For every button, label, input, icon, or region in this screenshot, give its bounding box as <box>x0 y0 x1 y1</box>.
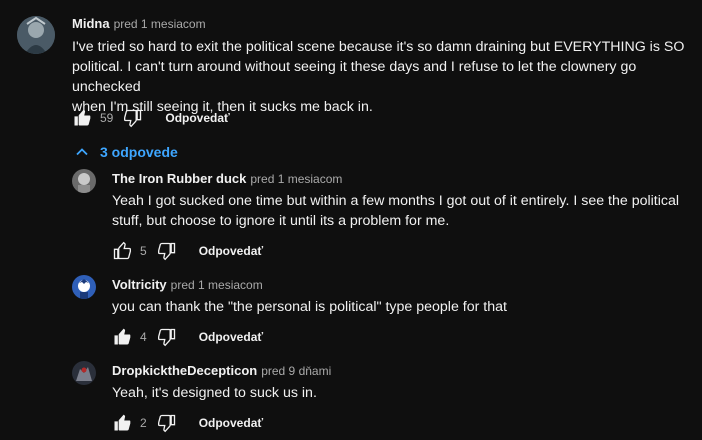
comment-header: Midna pred 1 mesiacom <box>72 16 206 31</box>
comment-text-line: Yeah, it's designed to suck us in. <box>112 385 317 401</box>
comment-text: Yeah I got sucked one time but within a … <box>112 191 697 231</box>
avatar[interactable] <box>72 275 96 299</box>
comment-text-line: I've tried so hard to exit the political… <box>72 39 685 55</box>
thumbs-down-icon <box>157 414 175 433</box>
dislike-button[interactable] <box>155 325 179 349</box>
comment-actions: 59 Odpovedať <box>70 106 230 130</box>
thumbs-down-icon <box>124 109 142 128</box>
comment-actions: 2 Odpovedať <box>110 411 263 435</box>
like-button[interactable] <box>110 239 134 263</box>
like-count: 5 <box>140 244 147 258</box>
replies-toggle-button[interactable]: 3 odpovede <box>74 142 178 162</box>
thumbs-down-icon <box>157 328 175 347</box>
comment-text-line: you can thank the "the personal is polit… <box>112 299 507 315</box>
comment-actions: 5 Odpovedať <box>110 239 263 263</box>
reply-button[interactable]: Odpovedať <box>199 244 263 258</box>
dislike-button[interactable] <box>121 106 145 130</box>
comment-text: you can thank the "the personal is polit… <box>112 297 697 317</box>
reply-button[interactable]: Odpovedať <box>199 330 263 344</box>
like-button[interactable] <box>70 106 94 130</box>
avatar[interactable] <box>17 16 55 54</box>
reply-button[interactable]: Odpovedať <box>165 111 229 125</box>
like-count: 2 <box>140 416 147 430</box>
like-count: 4 <box>140 330 147 344</box>
timestamp[interactable]: pred 1 mesiacom <box>114 17 206 31</box>
timestamp[interactable]: pred 1 mesiacom <box>171 278 263 292</box>
avatar[interactable] <box>72 169 96 193</box>
thumbs-down-icon <box>157 242 175 261</box>
author-name[interactable]: Midna <box>72 16 110 31</box>
author-name[interactable]: DropkicktheDecepticon <box>112 363 257 378</box>
avatar[interactable] <box>72 361 96 385</box>
comment-text-line: stuff, but choose to ignore it until its… <box>112 213 450 229</box>
comment-text: I've tried so hard to exit the political… <box>72 37 697 117</box>
thumbs-up-filled-icon <box>114 414 131 431</box>
timestamp[interactable]: pred 1 mesiacom <box>250 172 342 186</box>
comment-text-line: Yeah I got sucked one time but within a … <box>112 193 680 209</box>
comment-header: Voltricity pred 1 mesiacom <box>112 277 263 292</box>
like-button[interactable] <box>110 411 134 435</box>
author-name[interactable]: The Iron Rubber duck <box>112 171 246 186</box>
comment-header: DropkicktheDecepticon pred 9 dňami <box>112 363 331 378</box>
reply-button[interactable]: Odpovedať <box>199 416 263 430</box>
thumbs-up-filled-icon <box>114 328 131 345</box>
replies-count-label[interactable]: 3 odpovede <box>100 144 178 160</box>
dislike-button[interactable] <box>155 239 179 263</box>
dislike-button[interactable] <box>155 411 179 435</box>
author-name[interactable]: Voltricity <box>112 277 167 292</box>
comment-header: The Iron Rubber duck pred 1 mesiacom <box>112 171 342 186</box>
thumbs-up-filled-icon <box>74 109 91 126</box>
comment-text-line: political. I can't turn around without s… <box>72 59 637 95</box>
timestamp[interactable]: pred 9 dňami <box>261 364 331 378</box>
thumbs-up-icon <box>113 241 132 260</box>
chevron-up-icon <box>74 144 90 160</box>
like-button[interactable] <box>110 325 134 349</box>
comment-actions: 4 Odpovedať <box>110 325 263 349</box>
like-count: 59 <box>100 111 114 125</box>
comment-text: Yeah, it's designed to suck us in. <box>112 383 697 403</box>
